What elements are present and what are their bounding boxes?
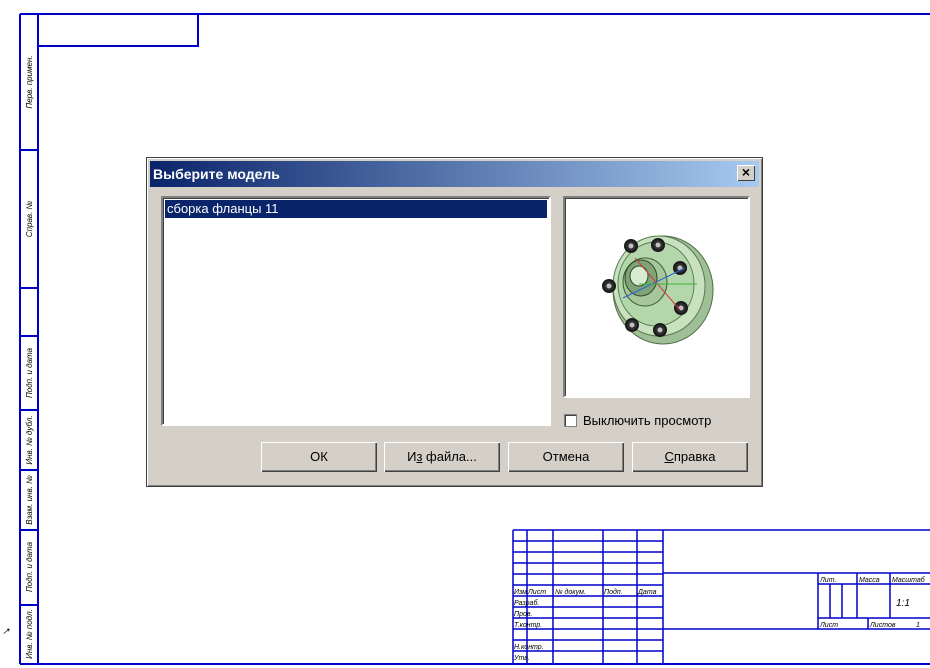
title-block-role-label: Утв. xyxy=(513,655,530,662)
ok-button[interactable]: ОК xyxy=(261,442,377,472)
flange-model-image xyxy=(602,235,714,345)
sheets-label: Листов xyxy=(869,622,896,629)
sidebar-stamp-label: Перв. примен. xyxy=(25,55,34,108)
scale-value: 1:1 xyxy=(896,598,910,609)
sidebar-stamp-label: Инв. № дубл. xyxy=(25,415,34,464)
title-block-column-label: Изм. xyxy=(514,589,529,596)
title-block-column-label: Дата xyxy=(637,589,657,596)
title-block-column-label: Лист xyxy=(527,589,546,596)
close-icon: × xyxy=(741,164,751,180)
dialog-titlebar: Выберите модель × xyxy=(150,161,759,187)
help-button[interactable]: Справка xyxy=(632,442,748,472)
model-listbox[interactable]: сборка фланцы 11 xyxy=(161,196,551,426)
sidebar-stamp-label: Подп. и дата xyxy=(25,347,34,398)
list-item[interactable]: сборка фланцы 11 xyxy=(165,200,547,218)
title-block-role-label: Пров. xyxy=(514,611,533,618)
disable-preview-label: Выключить просмотр xyxy=(583,413,712,428)
sidebar-stamp-label: Подп. и дата xyxy=(25,541,34,592)
title-block-header-label: Масса xyxy=(859,577,880,584)
select-model-dialog: Выберите модель × сборка фланцы 11 Выклю… xyxy=(146,157,763,487)
model-preview xyxy=(563,196,750,398)
sidebar-stamp-label: Взам. инв. № xyxy=(25,475,34,525)
title-block-role-label: Т.контр. xyxy=(514,622,542,629)
title-block-role-label: Н.контр. xyxy=(514,644,544,651)
dialog-title: Выберите модель xyxy=(153,166,280,182)
help-label-post: правка xyxy=(673,449,716,464)
title-block-header-label: Масштаб xyxy=(892,576,926,584)
disable-preview-checkbox[interactable] xyxy=(564,414,577,427)
close-button[interactable]: × xyxy=(737,165,755,181)
sheets-value: 1 xyxy=(916,622,920,629)
cancel-button[interactable]: Отмена xyxy=(508,442,624,472)
title-block-role-label: Разраб. xyxy=(514,599,539,607)
title-block-column-label: № докум. xyxy=(555,588,586,596)
title-block-header-label: Лит. xyxy=(819,577,836,584)
sidebar-stamp-label: Справ. № xyxy=(25,200,34,237)
help-label-accel: С xyxy=(664,449,674,464)
mark-glyph: ↗ xyxy=(2,626,10,636)
title-block xyxy=(512,529,930,664)
sheet-label: Лист xyxy=(819,622,838,629)
from-file-label-post: файла... xyxy=(422,449,477,464)
from-file-button[interactable]: Из файла... xyxy=(384,442,500,472)
title-block-column-label: Подп. xyxy=(604,588,623,596)
sidebar-stamp-label: Инв. № подл. xyxy=(25,609,34,659)
